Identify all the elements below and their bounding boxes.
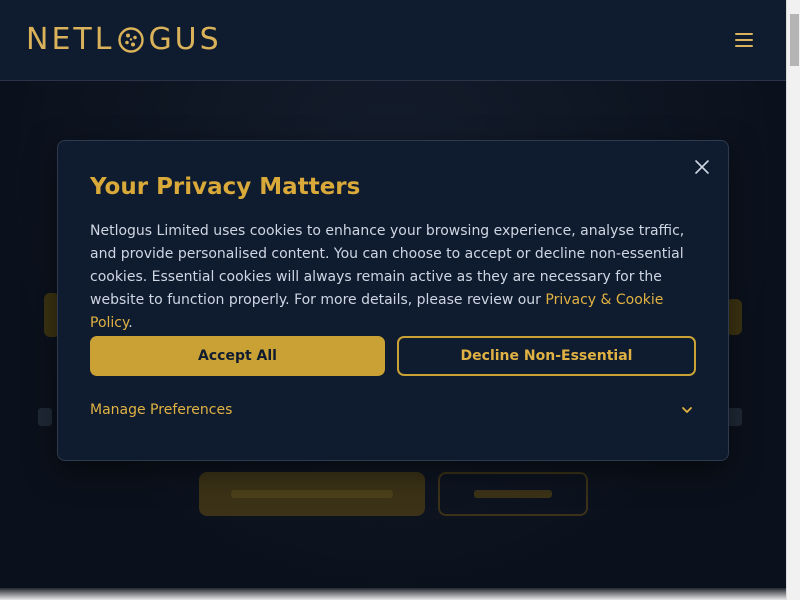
netlogus-logo[interactable]: NETL GUS xyxy=(26,20,222,60)
hero-text-fragment-right xyxy=(728,408,742,426)
scrollbar-thumb[interactable] xyxy=(790,14,799,66)
cookie-consent-modal: Your Privacy Matters Netlogus Limited us… xyxy=(57,140,729,461)
menu-line xyxy=(735,45,753,47)
menu-line xyxy=(735,39,753,41)
hamburger-menu-icon[interactable] xyxy=(735,28,759,52)
chevron-down-icon xyxy=(682,407,692,413)
page-bottom-edge xyxy=(0,588,786,600)
manage-preferences-label: Manage Preferences xyxy=(90,402,233,418)
logo-text-end: GUS xyxy=(148,22,222,57)
obscured-button-text xyxy=(474,490,552,498)
menu-line xyxy=(735,33,753,35)
hero-primary-button-obscured xyxy=(199,472,425,516)
obscured-button-text xyxy=(231,490,393,498)
hero-text-fragment-left xyxy=(38,408,52,426)
close-icon[interactable] xyxy=(694,159,710,175)
cookie-description-end: . xyxy=(128,315,133,331)
page-scrollbar[interactable] xyxy=(786,0,800,600)
cookie-description: Netlogus Limited uses cookies to enhance… xyxy=(90,220,700,335)
accept-all-button[interactable]: Accept All xyxy=(90,336,385,376)
logo-text-start: NETL xyxy=(26,22,115,57)
manage-preferences-toggle[interactable]: Manage Preferences xyxy=(90,399,696,421)
logo-o-network-icon xyxy=(118,27,145,53)
site-header: NETL GUS xyxy=(0,0,786,81)
decline-non-essential-button[interactable]: Decline Non-Essential xyxy=(397,336,696,376)
modal-title: Your Privacy Matters xyxy=(90,174,361,200)
hero-secondary-button-obscured xyxy=(438,472,588,516)
